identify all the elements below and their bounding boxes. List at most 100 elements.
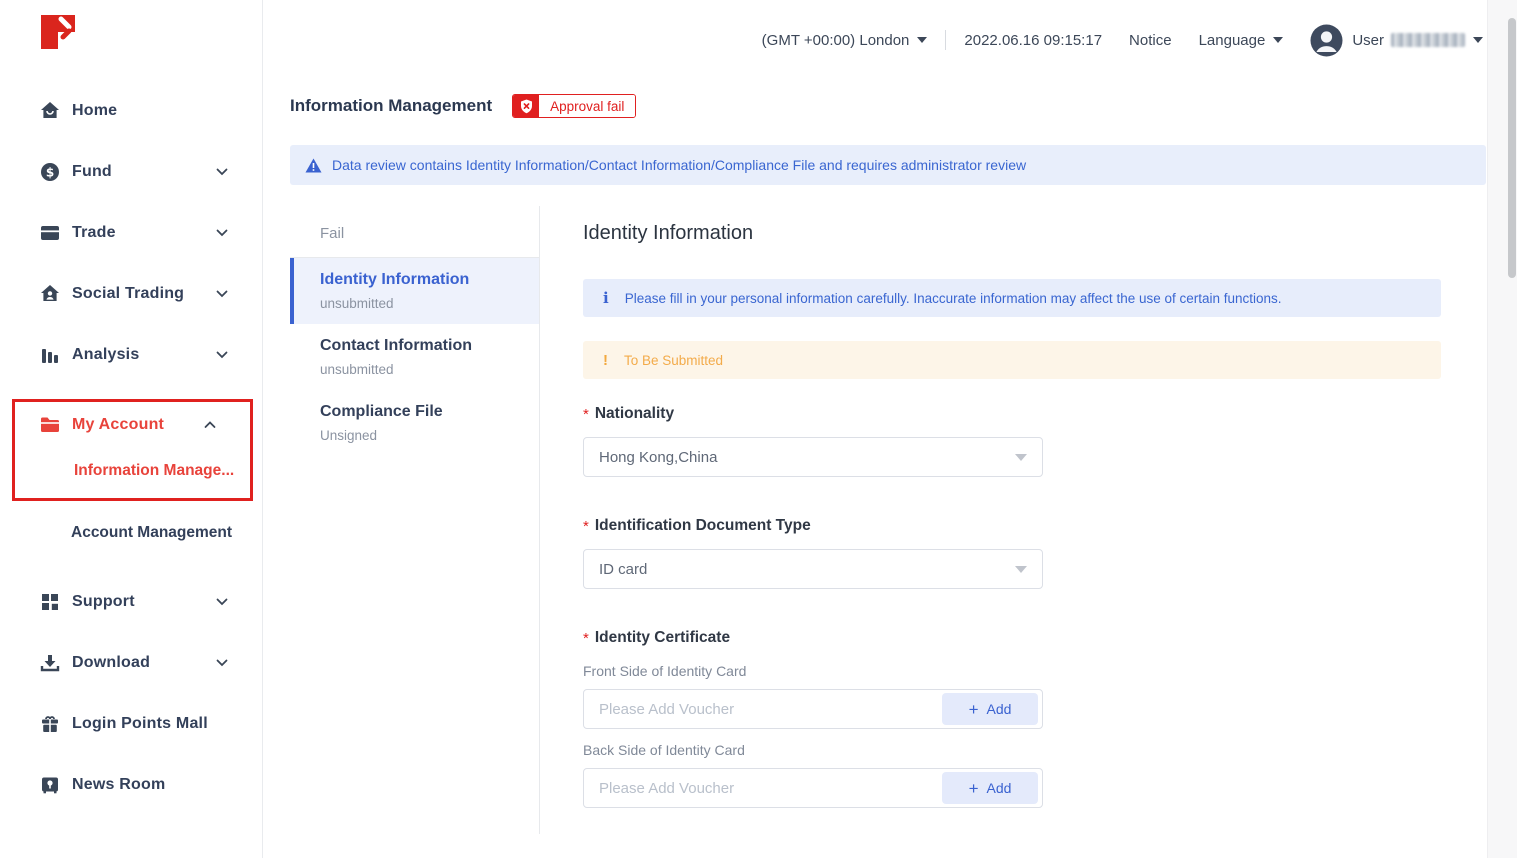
back-voucher-field: + Add	[583, 768, 1043, 808]
subnav-item-identity-information[interactable]: Identity Information unsubmitted	[290, 258, 539, 324]
nationality-value: Hong Kong,China	[599, 449, 1015, 466]
section-subnav: Fail Identity Information unsubmitted Co…	[290, 206, 540, 834]
sidebar-item-label: Fund	[72, 163, 112, 181]
sidebar-item-label: Login Points Mall	[72, 715, 208, 733]
subnav-header-fail: Fail	[290, 206, 539, 258]
status-badge: Approval fail	[512, 94, 636, 118]
sidebar-item-label: Social Trading	[72, 285, 184, 303]
info-icon: i	[603, 289, 609, 307]
sidebar-item-analysis[interactable]: Analysis	[0, 324, 262, 385]
add-button-label: Add	[987, 780, 1012, 796]
download-icon	[40, 653, 60, 673]
plus-icon: +	[969, 701, 979, 718]
doc-type-select[interactable]: ID card	[583, 549, 1043, 589]
datetime-label: 2022.06.16 09:15:17	[964, 32, 1102, 49]
user-avatar[interactable]	[1310, 24, 1343, 57]
sidebar-nav: Home $ Fund Trade	[0, 62, 262, 815]
caret-down-icon	[1273, 37, 1283, 43]
form-title: Identity Information	[583, 222, 1487, 245]
subnav-item-title: Identity Information	[320, 271, 539, 289]
home-icon	[40, 101, 60, 121]
scrollbar-track[interactable]	[1487, 0, 1517, 858]
scrollbar-thumb[interactable]	[1508, 18, 1516, 278]
info-banner-text: Please fill in your personal information…	[625, 291, 1282, 306]
sidebar-item-my-account[interactable]: My Account	[15, 404, 250, 446]
sidebar-item-fund[interactable]: $ Fund	[0, 141, 262, 202]
content-row: Fail Identity Information unsubmitted Co…	[290, 206, 1487, 834]
chevron-up-icon	[204, 421, 216, 429]
user-menu[interactable]: User	[1352, 32, 1483, 49]
user-label: User	[1352, 32, 1384, 49]
caret-down-icon	[1473, 37, 1483, 43]
subnav-item-title: Contact Information	[320, 337, 539, 355]
shield-x-icon	[513, 95, 539, 117]
subnav-item-contact-information[interactable]: Contact Information unsubmitted	[290, 324, 539, 390]
caret-down-icon	[1015, 454, 1027, 461]
front-voucher-input[interactable]	[584, 690, 942, 728]
required-asterisk: *	[583, 630, 589, 647]
doc-type-label-text: Identification Document Type	[595, 517, 811, 535]
sidebar-item-label: My Account	[72, 416, 164, 434]
sidebar-item-social-trading[interactable]: Social Trading	[0, 263, 262, 324]
sidebar-item-support[interactable]: Support	[0, 571, 262, 632]
to-be-submitted-banner: ! To Be Submitted	[583, 341, 1441, 379]
back-voucher-input[interactable]	[584, 769, 942, 807]
timezone-selector[interactable]: (GMT +00:00) London	[762, 32, 928, 49]
grid-icon	[40, 592, 60, 612]
sidebar-subitem-account-management[interactable]: Account Management	[0, 507, 262, 559]
caret-down-icon	[917, 37, 927, 43]
doc-type-value: ID card	[599, 561, 1015, 578]
sidebar-subitem-label: Information Manage...	[74, 462, 234, 480]
front-add-button[interactable]: + Add	[942, 693, 1038, 725]
topbar: (GMT +00:00) London 2022.06.16 09:15:17 …	[264, 0, 1487, 80]
exclamation-icon: !	[603, 352, 608, 369]
chevron-down-icon	[216, 290, 228, 298]
sidebar-item-news-room[interactable]: News Room	[0, 754, 262, 815]
front-voucher-field: + Add	[583, 689, 1043, 729]
timezone-label: (GMT +00:00) London	[762, 32, 910, 49]
bar-chart-icon	[40, 345, 60, 365]
sidebar-item-login-points-mall[interactable]: Login Points Mall	[0, 693, 262, 754]
sidebar-item-label: Analysis	[72, 346, 139, 364]
back-side-label: Back Side of Identity Card	[583, 742, 1487, 758]
sidebar-subitem-label: Account Management	[71, 524, 232, 542]
sidebar-item-download[interactable]: Download	[0, 632, 262, 693]
sidebar-item-label: News Room	[72, 776, 165, 794]
nationality-select[interactable]: Hong Kong,China	[583, 437, 1043, 477]
brand-logo-icon	[40, 12, 78, 52]
trade-card-icon	[40, 223, 60, 243]
subnav-item-title: Compliance File	[320, 403, 539, 421]
sidebar-item-label: Home	[72, 102, 117, 120]
chevron-down-icon	[216, 659, 228, 667]
identity-certificate-label: * Identity Certificate	[583, 629, 1487, 647]
subnav-item-compliance-file[interactable]: Compliance File Unsigned	[290, 390, 539, 456]
gift-icon	[40, 714, 60, 734]
sidebar-item-label: Support	[72, 593, 135, 611]
topbar-divider	[945, 30, 946, 50]
notice-link[interactable]: Notice	[1129, 32, 1172, 49]
main-area: (GMT +00:00) London 2022.06.16 09:15:17 …	[264, 0, 1487, 858]
doc-type-label: * Identification Document Type	[583, 517, 1487, 535]
folder-icon	[40, 415, 60, 435]
page-title: Information Management	[290, 96, 492, 116]
required-asterisk: *	[583, 518, 589, 535]
plus-icon: +	[969, 780, 979, 797]
back-add-button[interactable]: + Add	[942, 772, 1038, 804]
front-side-label: Front Side of Identity Card	[583, 663, 1487, 679]
sidebar-item-trade[interactable]: Trade	[0, 202, 262, 263]
nationality-label-text: Nationality	[595, 405, 674, 423]
chevron-down-icon	[216, 598, 228, 606]
identity-certificate-label-text: Identity Certificate	[595, 629, 730, 647]
datetime-display: 2022.06.16 09:15:17	[964, 32, 1102, 49]
user-id-blurred	[1391, 33, 1465, 47]
svg-text:$: $	[46, 165, 54, 179]
sidebar-subitem-information-management[interactable]: Information Manage...	[15, 454, 250, 488]
social-house-icon	[40, 284, 60, 304]
sidebar: Home $ Fund Trade	[0, 0, 263, 858]
language-selector[interactable]: Language	[1199, 32, 1284, 49]
sidebar-item-home[interactable]: Home	[0, 80, 262, 141]
nationality-label: * Nationality	[583, 405, 1487, 423]
chevron-down-icon	[216, 168, 228, 176]
chevron-down-icon	[216, 229, 228, 237]
dollar-circle-icon: $	[40, 162, 60, 182]
